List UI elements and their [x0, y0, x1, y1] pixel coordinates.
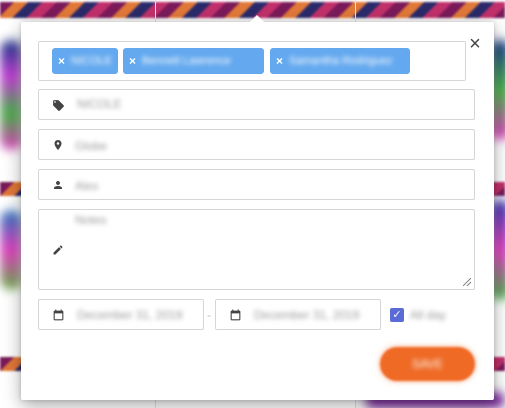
attendees-chip-field[interactable]: × NICOLE × Bennett Lawrence × Samantha R… — [38, 41, 466, 81]
chip-remove-icon[interactable]: × — [129, 54, 136, 68]
tag-icon — [51, 98, 65, 112]
chip-remove-icon[interactable]: × — [58, 54, 65, 68]
chip-label: Bennett Lawrence — [142, 55, 231, 67]
person-icon — [51, 178, 65, 192]
calendar-icon — [51, 308, 65, 322]
user-value: Alex — [75, 179, 99, 193]
attendee-chip: × Bennett Lawrence — [123, 48, 264, 74]
tag-field[interactable]: NICOLE — [38, 89, 475, 120]
save-button[interactable]: SAVE — [380, 347, 475, 381]
end-date-value: December 31, 2019 — [254, 308, 360, 322]
save-button-label: SAVE — [411, 357, 444, 371]
dialog-caret — [250, 15, 264, 22]
chip-label: Samantha Rodriguez — [289, 55, 393, 67]
close-button[interactable]: × — [467, 34, 483, 54]
notes-textarea[interactable]: Notes — [38, 209, 475, 290]
user-field[interactable]: Alex — [38, 169, 475, 200]
all-day-label: All day — [410, 308, 447, 322]
date-separator: - — [207, 308, 211, 322]
location-value: Globe — [75, 139, 108, 153]
calendar-event-blob — [0, 40, 22, 150]
calendar-icon — [228, 308, 242, 322]
tag-value: NICOLE — [77, 97, 122, 111]
location-pin-icon — [51, 138, 65, 152]
notes-placeholder: Notes — [75, 213, 107, 227]
chip-remove-icon[interactable]: × — [276, 54, 283, 68]
attendee-chip: × Samantha Rodriguez — [270, 48, 410, 74]
event-editor-dialog: × × NICOLE × Bennett Lawrence × Samantha… — [21, 15, 494, 400]
calendar-event-blob — [0, 210, 22, 290]
chip-label: NICOLE — [71, 55, 112, 67]
start-date-field[interactable]: December 31, 2019 — [38, 299, 204, 330]
end-date-field[interactable]: December 31, 2019 — [215, 299, 381, 330]
resize-handle-icon[interactable] — [463, 278, 471, 286]
start-date-value: December 31, 2019 — [77, 308, 183, 322]
pencil-icon — [51, 243, 65, 257]
attendee-chip: × NICOLE — [52, 48, 118, 74]
location-field[interactable]: Globe — [38, 129, 475, 160]
all-day-checkbox[interactable]: ✓ — [390, 308, 404, 322]
